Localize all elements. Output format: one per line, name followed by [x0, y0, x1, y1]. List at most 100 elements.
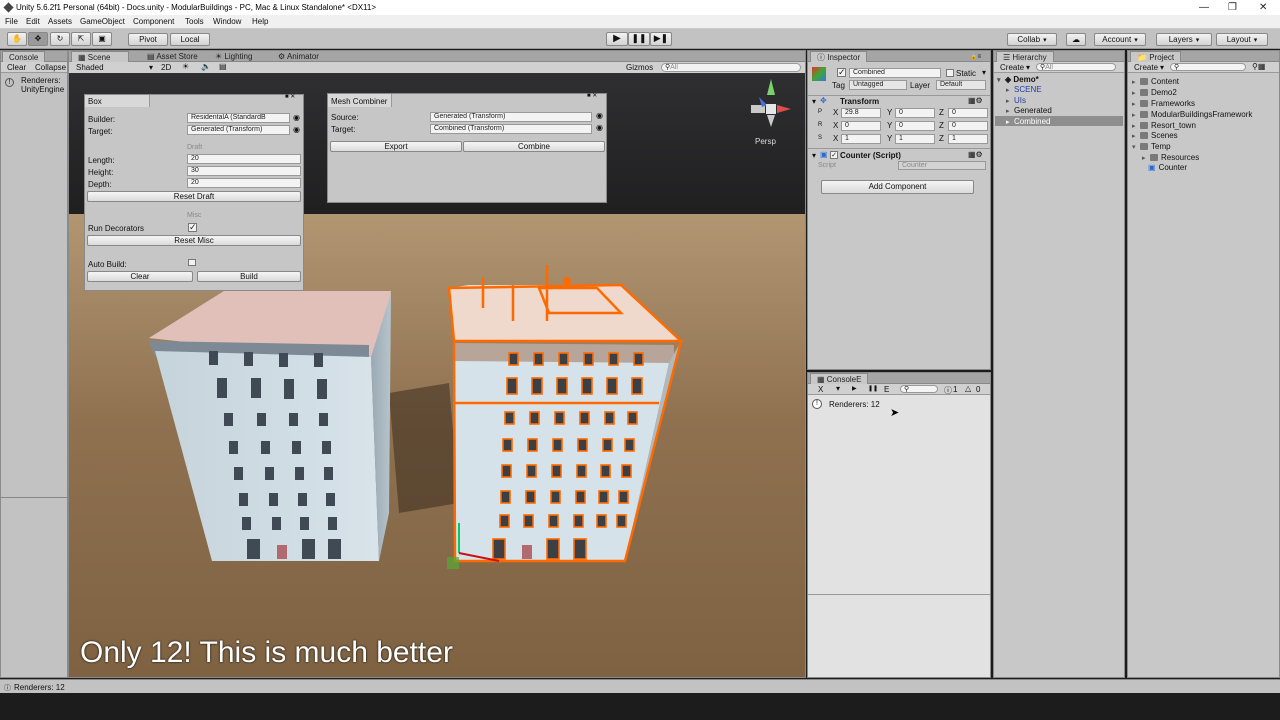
console-clear-button[interactable]: Clear	[7, 63, 26, 72]
mesh-combiner-tab[interactable]: Mesh Combiner	[328, 94, 392, 107]
scene-fx-icon[interactable]: ▤	[219, 62, 227, 71]
tab-hierarchy[interactable]: ☰ Hierarchy	[996, 51, 1054, 62]
collab-dropdown[interactable]: Collab	[1007, 33, 1057, 46]
tab-scene[interactable]: ▦ Scene	[71, 51, 129, 62]
project-item-frameworks[interactable]: ▸ Frameworks	[1132, 99, 1195, 108]
menu-gameobject[interactable]: GameObject	[80, 17, 125, 26]
builder-field[interactable]: ResidentalA (StandardB	[187, 113, 290, 123]
cloud-icon[interactable]: ☁	[1066, 33, 1086, 46]
add-component-button[interactable]: Add Component	[821, 180, 974, 194]
rotation-z-input[interactable]: 0	[948, 121, 988, 131]
position-x-input[interactable]: 29.8	[841, 108, 881, 118]
scene-audio-icon[interactable]: 🔈	[201, 62, 211, 71]
menu-tools[interactable]: Tools	[185, 17, 204, 26]
project-item-resources[interactable]: ▸ Resources	[1142, 153, 1199, 162]
console-e-clear-button[interactable]: X	[818, 385, 823, 394]
depth-input[interactable]: 20	[187, 178, 301, 188]
mesh-combiner-controls[interactable]: ■ ✕	[587, 92, 597, 99]
target-field[interactable]: Generated (Transform)	[187, 125, 290, 135]
console-e-error-pause-button[interactable]: E	[884, 385, 889, 394]
console-e-message[interactable]: Renderers: 12	[829, 400, 880, 409]
length-input[interactable]: 20	[187, 154, 301, 164]
move-tool-button[interactable]: ✥	[28, 32, 48, 46]
rotation-y-input[interactable]: 0	[895, 121, 935, 131]
active-checkbox[interactable]: ✓	[837, 68, 846, 77]
rect-tool-button[interactable]: ▣	[92, 32, 112, 46]
layout-dropdown[interactable]: Layout	[1216, 33, 1268, 46]
tag-dropdown[interactable]: Untagged	[849, 80, 907, 90]
box-clear-button[interactable]: Clear	[87, 271, 193, 282]
project-create-button[interactable]: Create	[1134, 63, 1158, 72]
position-y-input[interactable]: 0	[895, 108, 935, 118]
pivot-toggle[interactable]: Pivot	[128, 33, 168, 46]
tab-lighting[interactable]: ☀ Lighting	[209, 51, 258, 62]
combine-button[interactable]: Combine	[463, 141, 605, 152]
console-e-play-icon[interactable]: ▶	[852, 385, 857, 392]
local-toggle[interactable]: Local	[170, 33, 210, 46]
scale-z-input[interactable]: 1	[948, 134, 988, 144]
transform-fold-arrow[interactable]: ▾	[812, 97, 816, 106]
builder-picker-icon[interactable]: ◉	[293, 113, 300, 122]
height-input[interactable]: 30	[187, 166, 301, 176]
menu-window[interactable]: Window	[213, 17, 241, 26]
reset-draft-button[interactable]: Reset Draft	[87, 191, 301, 202]
static-dropdown-arrow[interactable]: ▾	[982, 68, 986, 77]
menu-file[interactable]: File	[5, 17, 18, 26]
object-name-input[interactable]: Combined	[849, 68, 941, 78]
hierarchy-item-scene[interactable]: ▸ SCENE	[1006, 85, 1042, 94]
menu-edit[interactable]: Edit	[26, 17, 40, 26]
console-e-info-icon[interactable]: ⓘ	[944, 385, 952, 396]
source-picker-icon[interactable]: ◉	[596, 111, 603, 120]
project-item-demo2[interactable]: ▸ Demo2	[1132, 88, 1177, 97]
tab-console-e[interactable]: ▦ ConsoleE	[810, 373, 869, 384]
console-e-pause-icon[interactable]: ❚❚	[868, 385, 878, 392]
account-dropdown[interactable]: Account	[1094, 33, 1146, 46]
console-message-line2[interactable]: UnityEngine	[21, 85, 64, 94]
scale-x-input[interactable]: 1	[841, 134, 881, 144]
run-decorators-checkbox[interactable]: ✓	[188, 223, 197, 232]
combiner-target-field[interactable]: Combined (Transform)	[430, 124, 592, 134]
scale-y-input[interactable]: 1	[895, 134, 935, 144]
counter-settings-icon[interactable]: ▦⚙	[968, 150, 983, 159]
tab-inspector[interactable]: ⓘ Inspector	[810, 51, 868, 62]
gizmos-dropdown[interactable]: Gizmos	[626, 63, 653, 72]
shading-dropdown[interactable]: Shaded	[76, 63, 104, 72]
rotate-tool-button[interactable]: ↻	[50, 32, 70, 46]
project-filter-icon[interactable]: ⚲▦	[1252, 62, 1265, 71]
play-button[interactable]: ▶	[606, 32, 628, 46]
tab-project[interactable]: 📁 Project	[1130, 51, 1182, 62]
status-text[interactable]: Renderers: 12	[14, 683, 65, 692]
project-item-modularbuildingsframework[interactable]: ▸ ModularBuildingsFramework	[1132, 110, 1252, 119]
project-item-content[interactable]: ▸ Content	[1132, 77, 1179, 86]
transform-settings-icon[interactable]: ▦⚙	[968, 96, 983, 105]
reset-misc-button[interactable]: Reset Misc	[87, 235, 301, 246]
menu-assets[interactable]: Assets	[48, 17, 72, 26]
close-button[interactable]: ✕	[1259, 2, 1267, 13]
box-window-tab[interactable]: Box	[85, 95, 150, 107]
hierarchy-search-input[interactable]: ⚲All	[1036, 63, 1116, 71]
tab-console[interactable]: Console	[2, 51, 46, 62]
source-field[interactable]: Generated (Transform)	[430, 112, 592, 122]
tab-asset-store[interactable]: ▤ Asset Store	[141, 51, 204, 62]
tab-animator[interactable]: ⚙ Animator	[272, 51, 325, 62]
combiner-target-picker-icon[interactable]: ◉	[596, 123, 603, 132]
hierarchy-item-generated[interactable]: ▸ Generated	[1006, 106, 1052, 115]
scale-tool-button[interactable]: ⇱	[71, 32, 91, 46]
hierarchy-item-uis[interactable]: ▸ UIs	[1006, 96, 1026, 105]
project-item-resort-town[interactable]: ▸ Resort_town	[1132, 121, 1196, 130]
maximize-button[interactable]: ❐	[1228, 2, 1237, 13]
layers-dropdown[interactable]: Layers	[1156, 33, 1212, 46]
rotation-x-input[interactable]: 0	[841, 121, 881, 131]
project-item-counter-script[interactable]: ▣ Counter	[1148, 163, 1187, 172]
inspector-lock-icon[interactable]: 🔒≡	[970, 53, 981, 60]
hierarchy-item-combined[interactable]: ▸ Combined	[1006, 117, 1050, 126]
console-e-warning-icon[interactable]: △	[965, 384, 971, 393]
hierarchy-scene-root[interactable]: ▾ ◈ Demo*	[997, 75, 1039, 84]
step-button[interactable]: ▶❚	[650, 32, 672, 46]
layer-dropdown[interactable]: Default	[936, 80, 986, 90]
scene-search-input[interactable]: ⚲All	[661, 63, 801, 72]
target-picker-icon[interactable]: ◉	[293, 125, 300, 134]
menu-component[interactable]: Component	[133, 17, 174, 26]
box-window-controls[interactable]: ■ ✕	[285, 93, 295, 100]
counter-enabled-checkbox[interactable]: ✓	[830, 151, 838, 159]
